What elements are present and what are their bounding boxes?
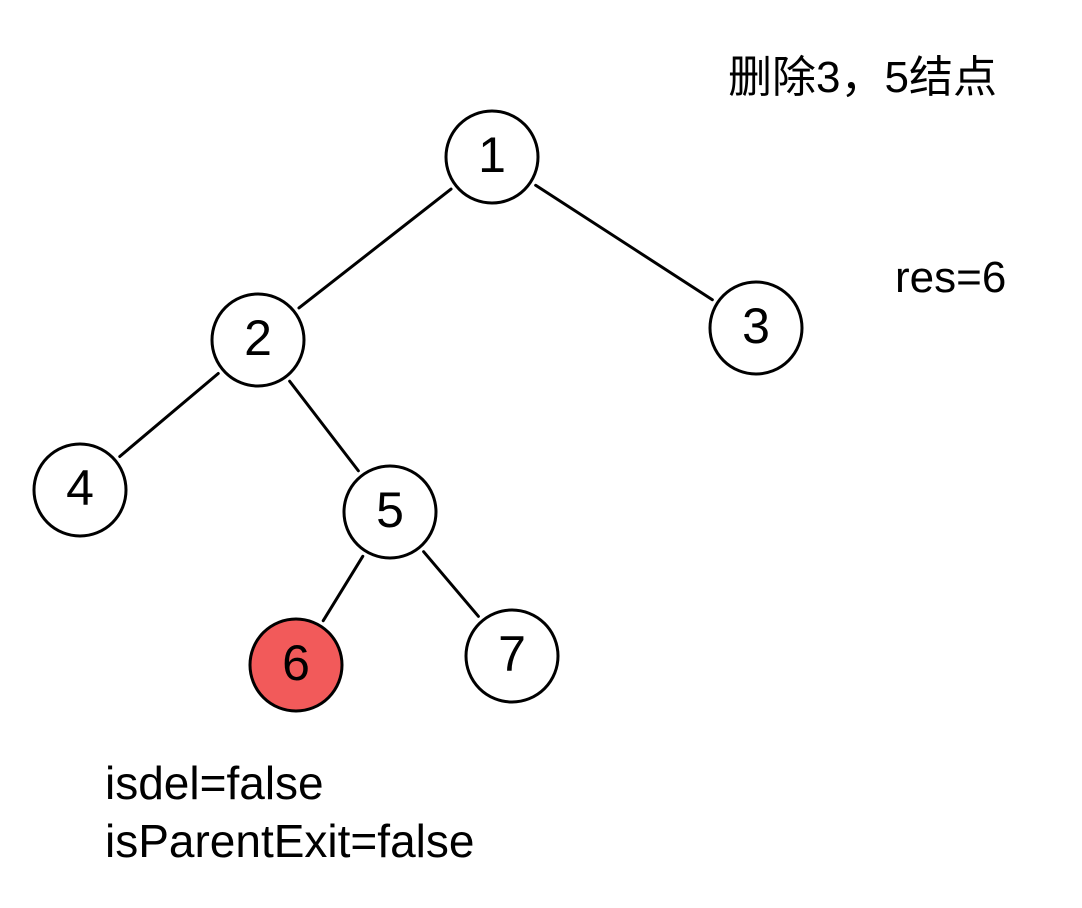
- tree-node-6: 6: [248, 617, 344, 713]
- tree-node-3: 3: [708, 280, 804, 376]
- node-label: 5: [376, 482, 404, 538]
- tree-nodes: 1 2 3 4 5 6 7: [32, 109, 804, 713]
- node-label: 1: [478, 127, 506, 183]
- tree-node-2: 2: [210, 292, 306, 388]
- edge-2-5: [288, 379, 360, 473]
- node-label: 6: [282, 635, 310, 691]
- result-value: res=6: [895, 253, 1007, 302]
- isdel-flag: isdel=false: [105, 757, 324, 809]
- tree-node-5: 5: [342, 464, 438, 560]
- edge-5-6: [321, 554, 365, 623]
- edge-1-3: [534, 183, 714, 302]
- tree-node-4: 4: [32, 442, 128, 538]
- tree-node-7: 7: [464, 608, 560, 704]
- node-label: 3: [742, 298, 770, 354]
- edge-1-2: [297, 187, 453, 310]
- diagram-title: 删除3，5结点: [728, 53, 997, 102]
- tree-node-1: 1: [444, 109, 540, 205]
- is-parent-exit-flag: isParentExit=false: [105, 815, 475, 867]
- tree-edges: [118, 183, 714, 623]
- edge-5-7: [422, 550, 480, 618]
- edge-2-4: [118, 372, 220, 458]
- node-label: 4: [66, 460, 94, 516]
- node-label: 7: [498, 626, 526, 682]
- node-label: 2: [244, 310, 272, 366]
